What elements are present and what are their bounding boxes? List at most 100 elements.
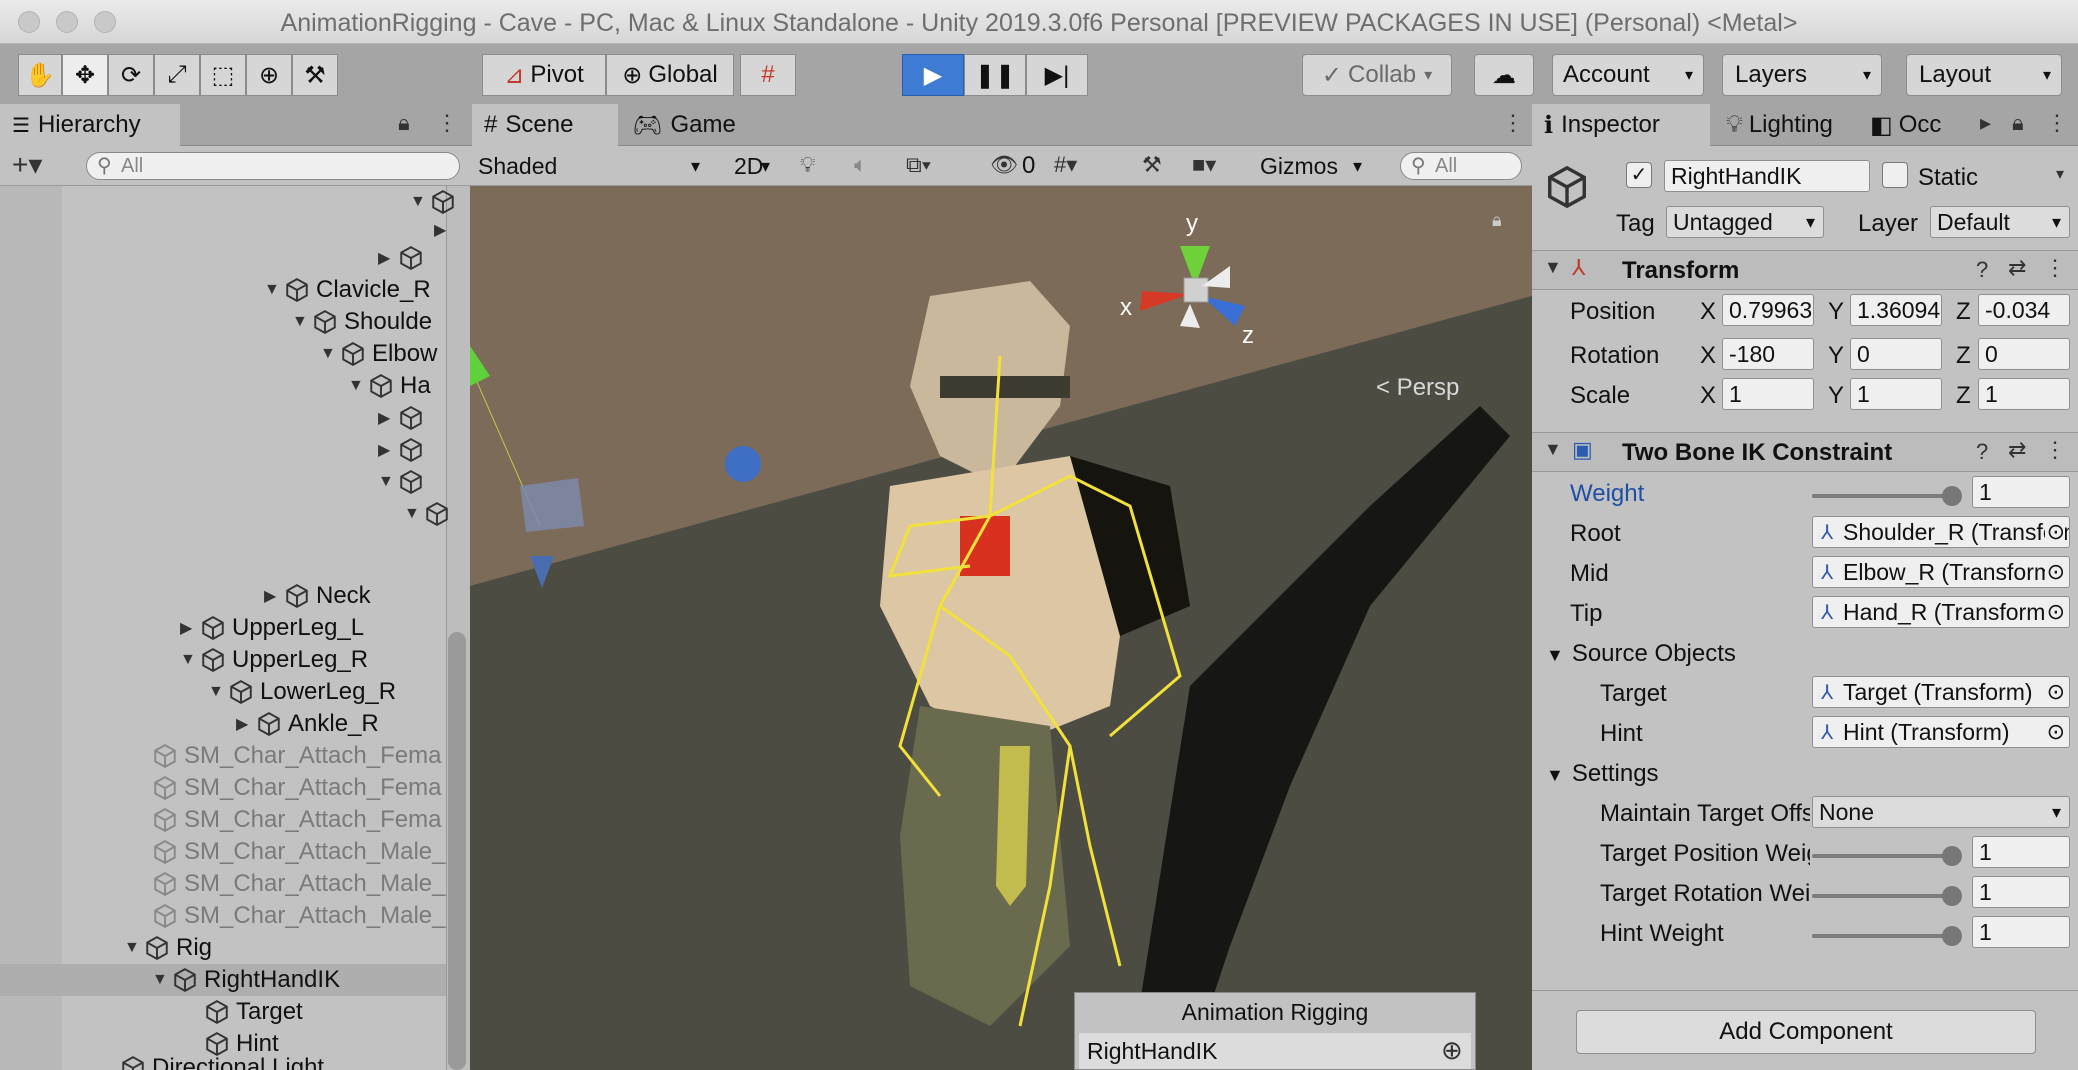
target-position-weight-slider[interactable] — [1812, 846, 1962, 866]
mid-object-field[interactable]: Elbow_R (Transform) — [1812, 556, 2070, 588]
scale-x-field[interactable]: 1 — [1722, 378, 1814, 410]
transform-header[interactable]: ▼ ⅄ Transform ? ⇄ ⋮ — [1532, 250, 2078, 290]
object-name-field[interactable]: RightHandIK — [1664, 160, 1870, 192]
hierarchy-row-partial[interactable]: ▶ — [378, 402, 430, 434]
lock-icon[interactable]: 🔒︎ — [2012, 110, 2024, 136]
target-object-field[interactable]: Target (Transform) — [1812, 676, 2070, 708]
kebab-menu-icon[interactable]: ⋮ — [2046, 110, 2068, 136]
orientation-gizmo[interactable]: y x z — [1120, 210, 1270, 366]
hierarchy-row[interactable]: ▶ UpperLeg_L — [180, 612, 364, 644]
layout-dropdown[interactable]: Layout ▾ — [1906, 54, 2062, 96]
collab-dropdown[interactable]: ✓ Collab ▾ — [1302, 54, 1452, 96]
kebab-menu-icon[interactable]: ⋮ — [2044, 255, 2066, 281]
root-object-field[interactable]: Shoulder_R (Transform) — [1812, 516, 2070, 548]
rotation-x-field[interactable]: -180 — [1722, 338, 1814, 370]
hierarchy-search-input[interactable]: All — [86, 152, 460, 180]
maintain-offset-dropdown[interactable]: None — [1812, 796, 2070, 828]
chevron-down-icon[interactable]: ▾ — [2056, 164, 2064, 184]
position-x-field[interactable]: 0.79963 — [1722, 294, 1814, 326]
settings-foldout[interactable]: ▼ Settings — [1546, 760, 1659, 788]
tools-icon[interactable]: ⚒ — [1142, 152, 1162, 178]
tab-occlusion[interactable]: ◧ Occ — [1858, 104, 1958, 146]
global-toggle[interactable]: ⊕ Global — [606, 54, 734, 96]
hierarchy-row-partial[interactable]: ▼ — [404, 498, 456, 530]
hierarchy-row-partial[interactable]: ▼ — [378, 466, 430, 498]
tag-dropdown[interactable]: Untagged — [1666, 206, 1824, 238]
overlay-rig-item[interactable]: RightHandIK — [1079, 1033, 1471, 1069]
scale-y-field[interactable]: 1 — [1850, 378, 1942, 410]
scene-search-input[interactable]: All — [1400, 152, 1522, 180]
tab-scroll-right-icon[interactable]: ▸ — [1980, 110, 1991, 136]
pivot-toggle[interactable]: ⊿ Pivot — [482, 54, 606, 96]
move-tool-button[interactable]: ✥ — [62, 54, 108, 96]
gizmos-dropdown[interactable]: Gizmos — [1254, 150, 1370, 182]
target-sphere[interactable] — [725, 446, 761, 482]
tab-lighting[interactable]: 💡︎ Lighting — [1714, 104, 1856, 146]
grid-toggle-icon[interactable]: #▾ — [1054, 152, 1077, 178]
rect-tool-button[interactable]: ⬚ — [200, 54, 246, 96]
effects-icon[interactable]: ⧉▾ — [906, 152, 931, 178]
hierarchy-scrollbar-thumb[interactable] — [448, 632, 466, 1070]
lock-icon[interactable]: 🔒︎ — [1492, 210, 1502, 231]
target-position-weight-field[interactable]: 1 — [1972, 836, 2070, 868]
step-button[interactable]: ▶| — [1026, 54, 1088, 96]
mode-2d-toggle[interactable]: 2D — [728, 150, 778, 182]
layers-dropdown[interactable]: Layers ▾ — [1722, 54, 1882, 96]
hierarchy-row[interactable]: ▼ Rig — [124, 932, 212, 964]
hierarchy-row[interactable]: SM_Char_Attach_Male_ — [152, 900, 445, 932]
grid-snap-button[interactable]: # — [740, 54, 796, 96]
add-circle-icon[interactable]: ⊕ — [1441, 1035, 1463, 1066]
slider-knob[interactable] — [1942, 886, 1962, 906]
weight-slider[interactable] — [1812, 486, 1962, 506]
scale-z-field[interactable]: 1 — [1978, 378, 2070, 410]
tip-object-field[interactable]: Hand_R (Transform) — [1812, 596, 2070, 628]
rotation-z-field[interactable]: 0 — [1978, 338, 2070, 370]
presets-icon[interactable]: ⇄ — [2008, 255, 2026, 281]
cloud-button[interactable]: ☁ — [1474, 54, 1534, 96]
add-component-button[interactable]: Add Component — [1576, 1010, 2036, 1054]
target-rotation-weight-field[interactable]: 1 — [1972, 876, 2070, 908]
hierarchy-row[interactable]: ▼ Ha — [348, 370, 431, 402]
hierarchy-row-partial[interactable]: ▶ — [434, 214, 454, 246]
scene-viewport[interactable]: y x z 🔒︎ < Persp Animation Rigging Right… — [470, 186, 1532, 1070]
help-icon[interactable]: ? — [1976, 257, 1988, 283]
hierarchy-row[interactable]: ▶ Ankle_R — [236, 708, 379, 740]
two-bone-ik-header[interactable]: ▼ ▣ Two Bone IK Constraint ? ⇄ ⋮ — [1532, 432, 2078, 472]
account-dropdown[interactable]: Account ▾ — [1552, 54, 1704, 96]
kebab-menu-icon[interactable]: ⋮ — [436, 110, 458, 136]
custom-tool-button[interactable]: ⚒ — [292, 54, 338, 96]
hierarchy-row[interactable]: SM_Char_Attach_Male_ — [152, 836, 445, 868]
layer-dropdown[interactable]: Default — [1930, 206, 2070, 238]
play-button[interactable]: ▶ — [902, 54, 964, 96]
hierarchy-row[interactable]: SM_Char_Attach_Fema — [152, 804, 441, 836]
tab-hierarchy[interactable]: ☰ Hierarchy — [0, 104, 180, 146]
hierarchy-row[interactable]: ▼ UpperLeg_R — [180, 644, 368, 676]
hidden-objects-icon[interactable]: 👁︎ — [990, 152, 1018, 178]
hierarchy-row-partial[interactable]: ▶ — [378, 242, 430, 274]
lock-icon[interactable]: 🔒︎ — [398, 110, 410, 136]
audio-toggle-icon[interactable]: 🔈︎ — [854, 152, 867, 178]
weight-slider-knob[interactable] — [1942, 486, 1962, 506]
tab-scene[interactable]: # Scene — [472, 104, 618, 146]
slider-knob[interactable] — [1942, 846, 1962, 866]
hierarchy-row[interactable]: SM_Char_Attach_Fema — [152, 772, 441, 804]
hierarchy-row[interactable]: ▼ Clavicle_R — [264, 274, 431, 306]
rotation-y-field[interactable]: 0 — [1850, 338, 1942, 370]
kebab-menu-icon[interactable]: ⋮ — [1502, 110, 1524, 136]
hierarchy-row-partial[interactable]: ▶ — [378, 434, 430, 466]
presets-icon[interactable]: ⇄ — [2008, 437, 2026, 463]
hint-object-field[interactable]: Hint (Transform) — [1812, 716, 2070, 748]
tab-inspector[interactable]: ℹ Inspector — [1532, 104, 1710, 146]
rotate-tool-button[interactable]: ⟳ — [108, 54, 154, 96]
hint-weight-field[interactable]: 1 — [1972, 916, 2070, 948]
hierarchy-row[interactable]: ▼ LowerLeg_R — [208, 676, 396, 708]
create-plus-icon[interactable]: +▾ — [12, 148, 42, 181]
pause-button[interactable]: ❚❚ — [964, 54, 1026, 96]
hierarchy-row[interactable]: Directional Light — [120, 1052, 324, 1070]
weight-field[interactable]: 1 — [1972, 476, 2070, 508]
persp-label[interactable]: < Persp — [1376, 374, 1459, 402]
hierarchy-row[interactable]: ▼ Elbow — [320, 338, 437, 370]
shading-mode-dropdown[interactable]: Shaded — [472, 150, 708, 182]
scene-render[interactable] — [470, 186, 1532, 1070]
static-checkbox[interactable] — [1882, 162, 1908, 188]
